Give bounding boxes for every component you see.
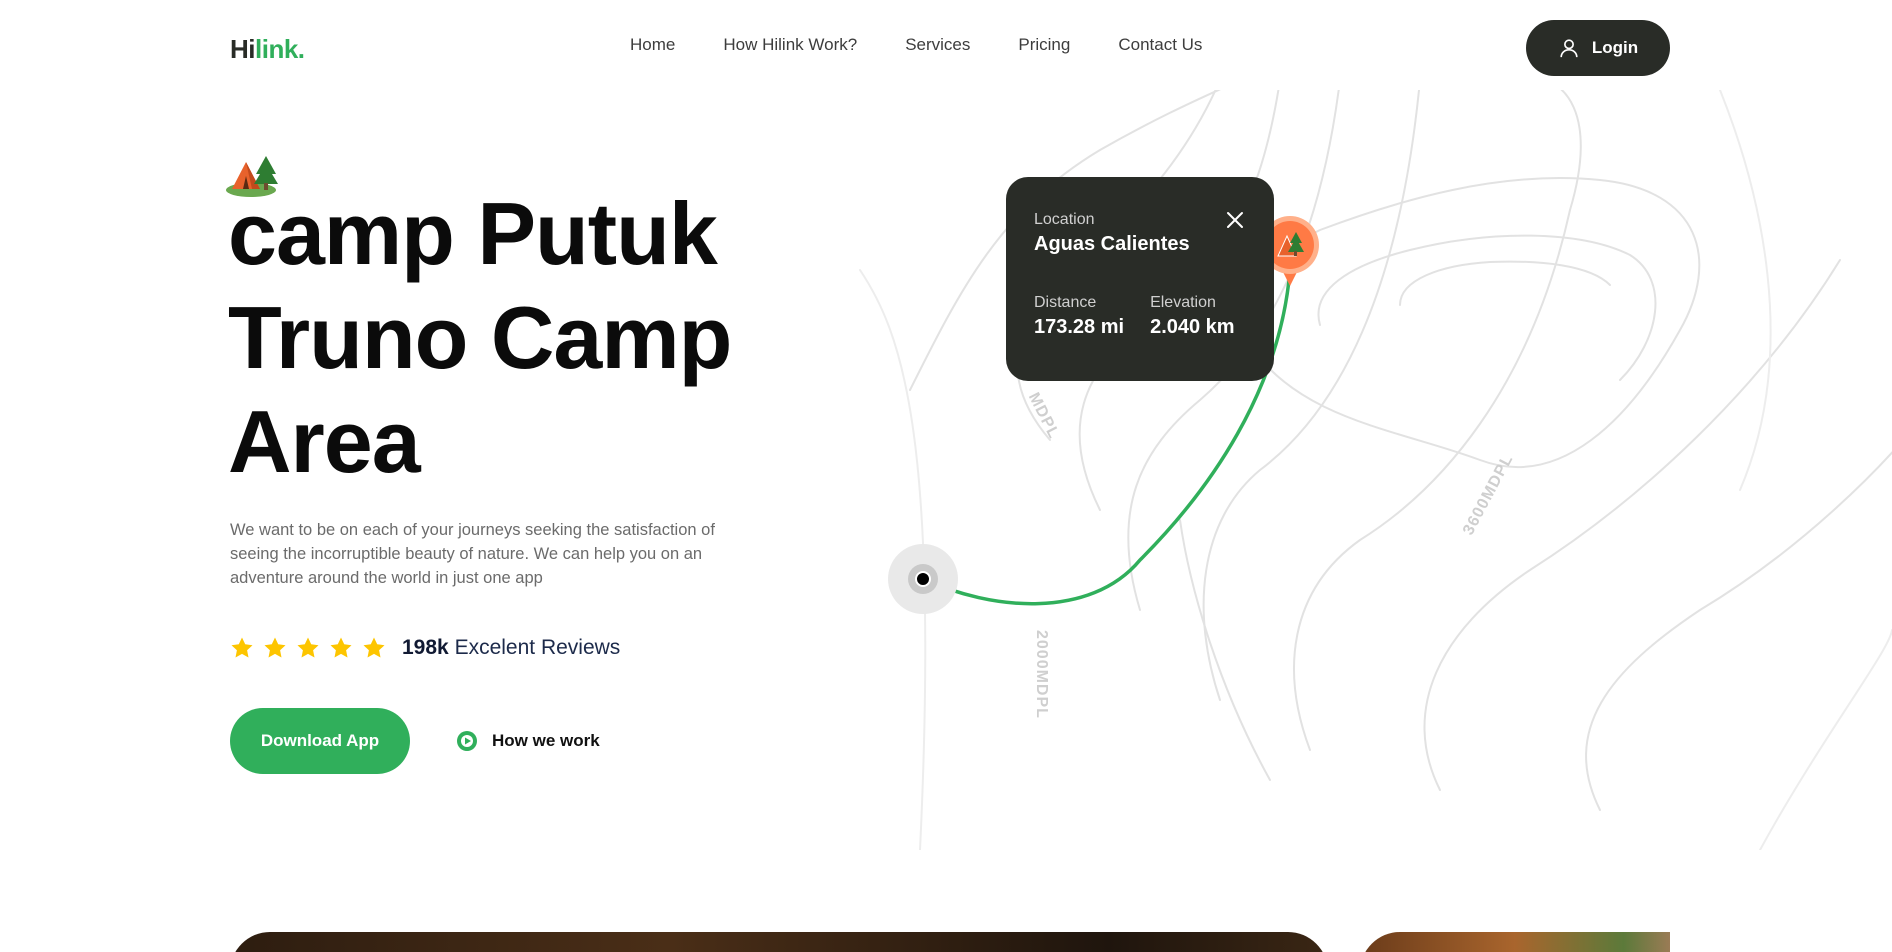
- nav-item-home[interactable]: Home: [630, 35, 675, 55]
- elevation-label: Elevation: [1150, 294, 1216, 311]
- star-icon: [363, 637, 385, 658]
- camp-photo-small: [1360, 932, 1670, 952]
- distance-stat: Distance 173.28 mi: [1034, 294, 1124, 339]
- logo-part1: Hi: [230, 34, 256, 64]
- location-label: Location: [1034, 211, 1095, 228]
- play-icon: [457, 731, 477, 751]
- download-app-button[interactable]: Download App: [230, 708, 410, 774]
- nav-item-how-it-works[interactable]: How Hilink Work?: [723, 35, 857, 55]
- download-app-label: Download App: [260, 731, 380, 750]
- camp-photo-large: [230, 932, 1328, 952]
- hero-title: camp Putuk Truno Camp Area: [228, 184, 732, 491]
- reviews-summary: 198k Excelent Reviews: [402, 636, 620, 660]
- nav-item-pricing[interactable]: Pricing: [1018, 35, 1070, 55]
- rating-stars: [230, 636, 386, 660]
- start-point-dot: [915, 571, 931, 587]
- login-label: Login: [1591, 38, 1639, 57]
- distance-value: 173.28 mi: [1034, 316, 1125, 338]
- star-icon: [330, 637, 352, 658]
- contour-label-2000mdpl: 2000MDPL: [1033, 630, 1050, 719]
- contour-map: MDPL 2000MDPL 3600MDPL: [840, 79, 1892, 851]
- elevation-stat: Elevation 2.040 km: [1150, 294, 1235, 339]
- user-icon: [1560, 39, 1578, 58]
- close-icon[interactable]: [1226, 211, 1244, 229]
- logo-part2: link.: [255, 34, 305, 64]
- star-icon: [264, 637, 286, 658]
- star-icon: [231, 637, 253, 658]
- nav-item-services[interactable]: Services: [905, 35, 970, 55]
- logo[interactable]: Hilink.: [230, 34, 305, 65]
- elevation-value: 2.040 km: [1150, 316, 1235, 338]
- reviews-count: 198k: [402, 636, 449, 659]
- reviews-label: Excelent Reviews: [454, 636, 621, 659]
- page: Hilink. Home How Hilink Work? Services P…: [0, 0, 1892, 952]
- location-card: Location Aguas Calientes Distance 173.28…: [1006, 177, 1274, 381]
- star-icon: [297, 637, 319, 658]
- nav-item-contact[interactable]: Contact Us: [1118, 35, 1202, 55]
- stats-row: Distance 173.28 mi Elevation 2.040 km: [1034, 294, 1246, 339]
- how-we-work-link[interactable]: How we work: [456, 730, 600, 752]
- hero-description: We want to be on each of your journeys s…: [230, 521, 715, 587]
- distance-label: Distance: [1034, 294, 1097, 311]
- how-we-work-label: How we work: [492, 731, 600, 750]
- login-button[interactable]: Login: [1526, 20, 1670, 76]
- main-nav: Home How Hilink Work? Services Pricing C…: [630, 35, 1202, 55]
- location-value: Aguas Calientes: [1034, 233, 1190, 255]
